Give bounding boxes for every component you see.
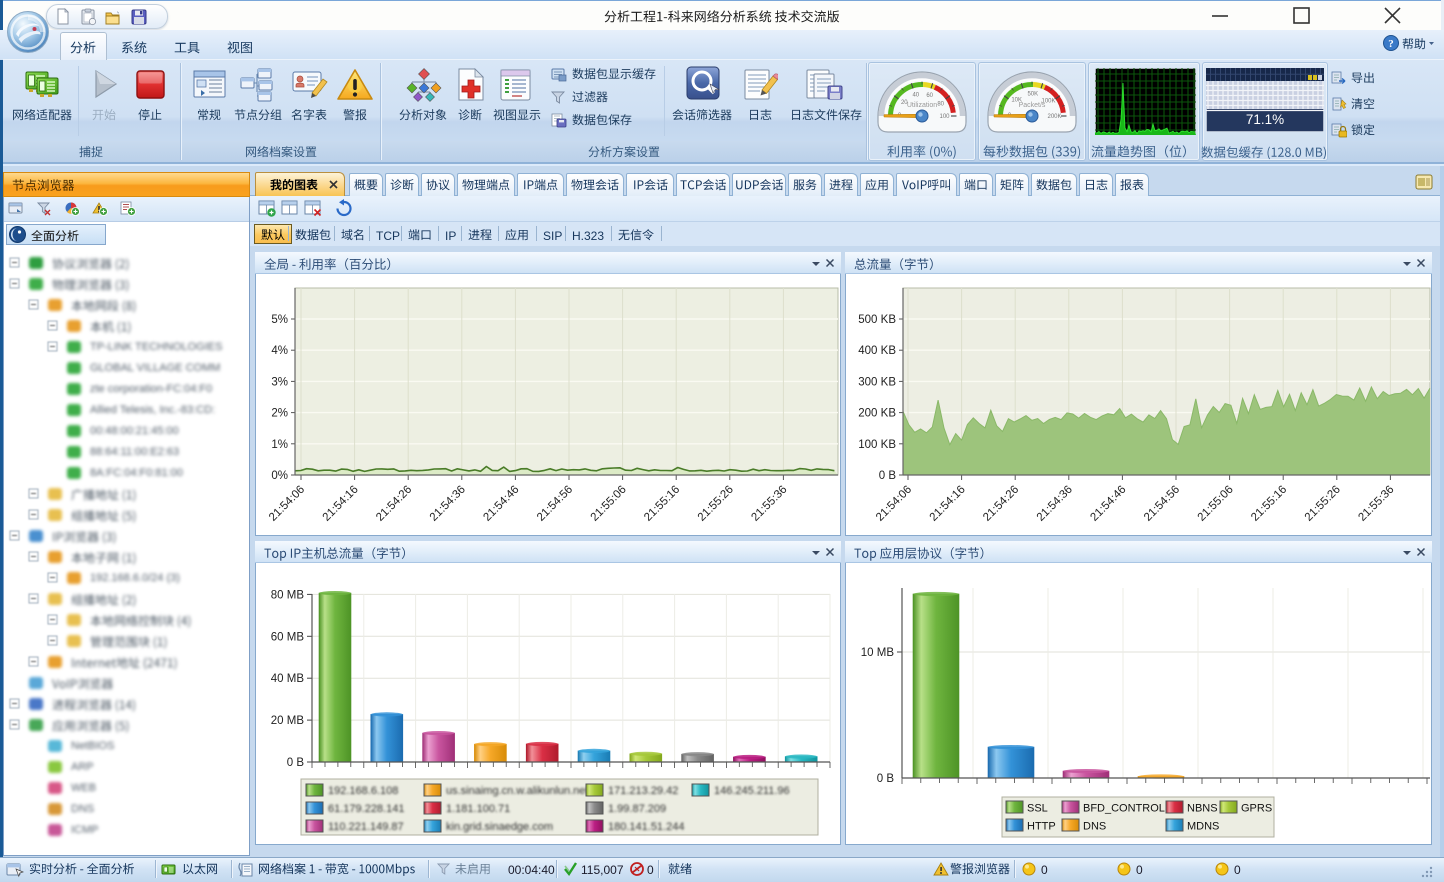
svg-text:0 B: 0 B	[877, 773, 895, 785]
svg-text:10 MB: 10 MB	[861, 647, 895, 659]
svg-text:5%: 5%	[271, 314, 288, 326]
svg-text:300 KB: 300 KB	[858, 376, 896, 388]
svg-text:500 KB: 500 KB	[858, 314, 896, 326]
svg-text:0 B: 0 B	[879, 470, 897, 482]
svg-text:80 MB: 80 MB	[271, 589, 305, 601]
svg-text:4%: 4%	[271, 345, 288, 357]
svg-text:60: 60	[926, 93, 933, 99]
svg-text:0%: 0%	[271, 470, 288, 482]
svg-text:21:55:16: 21:55:16	[642, 484, 682, 524]
svg-text:20 MB: 20 MB	[271, 715, 305, 727]
svg-text:21:54:06: 21:54:06	[267, 484, 307, 524]
svg-text:1.99.87.209: 1.99.87.209	[608, 803, 666, 815]
svg-text:21:55:36: 21:55:36	[749, 484, 789, 524]
svg-text:1%: 1%	[271, 439, 288, 451]
svg-text:171.213.29.42: 171.213.29.42	[608, 785, 678, 797]
svg-text:21:55:26: 21:55:26	[696, 484, 736, 524]
svg-text:400 KB: 400 KB	[858, 345, 896, 357]
svg-text:21:55:06: 21:55:06	[589, 484, 629, 524]
svg-text:3%: 3%	[271, 376, 288, 388]
svg-text:us.sinaimg.cn.w.alikunlun.net: us.sinaimg.cn.w.alikunlun.net	[446, 785, 588, 797]
svg-text:21:54:46: 21:54:46	[481, 484, 521, 524]
svg-text:GPRS: GPRS	[1241, 803, 1272, 815]
svg-text:NBNS: NBNS	[1187, 803, 1218, 815]
svg-text:40: 40	[912, 92, 919, 98]
svg-text:kin.grid.sinaedge.com: kin.grid.sinaedge.com	[446, 821, 553, 833]
svg-text:0 B: 0 B	[287, 757, 305, 769]
svg-text:21:55:16: 21:55:16	[1249, 484, 1289, 524]
svg-text:21:54:56: 21:54:56	[1142, 484, 1182, 524]
svg-text:100 KB: 100 KB	[858, 439, 896, 451]
svg-text:21:54:06: 21:54:06	[874, 484, 914, 524]
svg-text:21:54:36: 21:54:36	[428, 484, 468, 524]
svg-text:Utilization: Utilization	[907, 102, 937, 109]
svg-text:110.221.149.87: 110.221.149.87	[328, 821, 404, 833]
svg-text:HTTP: HTTP	[1027, 821, 1056, 833]
svg-text:71.1%: 71.1%	[1246, 112, 1284, 127]
svg-text:40 MB: 40 MB	[271, 673, 305, 685]
svg-text:21:54:46: 21:54:46	[1088, 484, 1128, 524]
svg-text:60 MB: 60 MB	[271, 631, 305, 643]
svg-text:21:54:36: 21:54:36	[1035, 484, 1075, 524]
svg-text:Packet/s: Packet/s	[1019, 102, 1046, 109]
svg-text:61.179.228.141: 61.179.228.141	[328, 803, 404, 815]
svg-text:21:55:26: 21:55:26	[1303, 484, 1343, 524]
svg-text:BFD_CONTROL: BFD_CONTROL	[1083, 803, 1165, 815]
svg-text:21:54:26: 21:54:26	[374, 484, 414, 524]
svg-text:200 KB: 200 KB	[858, 408, 896, 420]
svg-text:SSL: SSL	[1027, 803, 1048, 815]
svg-text:180.141.51.244: 180.141.51.244	[608, 821, 684, 833]
svg-text:?: ?	[1388, 38, 1394, 50]
svg-text:21:55:06: 21:55:06	[1196, 484, 1236, 524]
svg-text:DNS: DNS	[1083, 821, 1106, 833]
svg-text:80: 80	[937, 101, 944, 107]
svg-text:200K: 200K	[1047, 114, 1061, 120]
svg-text:50K: 50K	[1027, 92, 1038, 98]
svg-text:192.168.6.108: 192.168.6.108	[328, 785, 398, 797]
svg-text:21:54:26: 21:54:26	[981, 484, 1021, 524]
svg-text:21:54:56: 21:54:56	[535, 484, 575, 524]
svg-text:100: 100	[939, 114, 950, 120]
svg-text:21:54:16: 21:54:16	[928, 484, 968, 524]
svg-text:21:55:36: 21:55:36	[1356, 484, 1396, 524]
svg-text:146.245.211.96: 146.245.211.96	[714, 785, 790, 797]
svg-text:1.181.100.71: 1.181.100.71	[446, 803, 510, 815]
svg-text:21:54:16: 21:54:16	[321, 484, 361, 524]
svg-text:MDNS: MDNS	[1187, 821, 1219, 833]
svg-text:2%: 2%	[271, 408, 288, 420]
